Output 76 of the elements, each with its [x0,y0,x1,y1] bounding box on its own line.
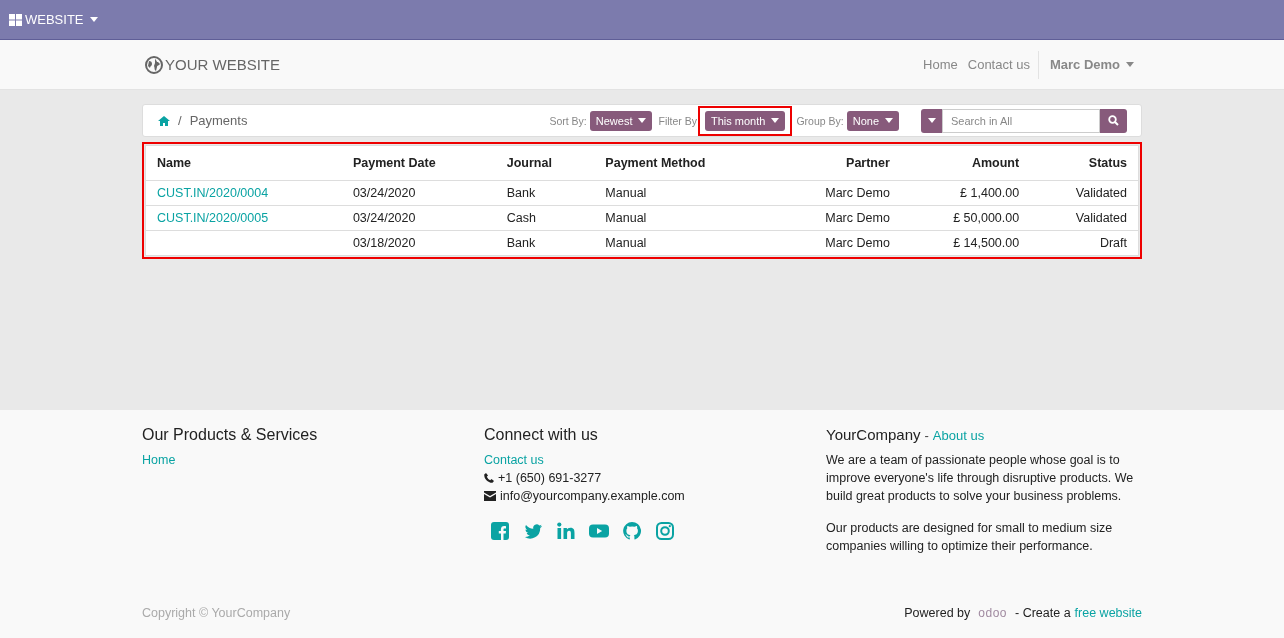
table-cell: Marc Demo [825,211,890,225]
free-website-link[interactable]: free website [1074,606,1142,620]
column-header[interactable]: Amount [900,145,1031,181]
dropdown-button[interactable]: Newest [589,110,653,131]
table-cell: Draft [1099,236,1127,250]
table-cell: 03/18/2020 [352,236,416,250]
table-cell: Bank [506,236,536,250]
create-text: - Create a [1015,606,1071,620]
nav-link[interactable]: Home [918,57,963,72]
company-name: YourCompany [826,426,921,443]
instagram-icon[interactable] [655,521,675,541]
site-logo[interactable]: YOUR WEBSITE [145,55,280,74]
about-link[interactable]: About us [932,428,985,443]
control-label: Sort By: [549,114,587,127]
about-paragraph: Our products are designed for small to medium size companies willing to optimize their performance. [826,520,1114,555]
table-cell: Validated [1075,186,1127,200]
caret-icon [1126,62,1134,67]
search-field[interactable]: Search in All [942,108,1100,133]
table-cell: £ 14,500.00 [953,236,1020,250]
table-cell: Cash [506,211,536,225]
caret-icon [638,118,647,123]
breadcrumb-separator: / [178,113,182,128]
search-options-button[interactable] [921,108,942,133]
table-cell: Marc Demo [825,186,890,200]
table-cell: £ 50,000.00 [953,211,1020,225]
copyright-text: Copyright © YourCompany [142,606,291,620]
phone-icon [484,473,494,483]
facebook-icon[interactable] [490,521,510,541]
app-menu-button[interactable]: WEBSITE [9,12,98,27]
table-cell: Manual [605,236,647,250]
contact-link[interactable]: Contact us [484,451,544,469]
nav-link[interactable]: Contact us [962,57,1035,72]
caret-icon [885,118,893,123]
linkedin-icon[interactable] [556,521,576,541]
search-button[interactable] [1100,108,1127,133]
github-icon[interactable] [622,521,642,541]
column-header[interactable]: Payment Date [341,145,496,181]
caret-icon [927,118,936,123]
payment-link[interactable]: CUST.IN/2020/0005 [157,211,269,225]
table-cell: £ 1,400.00 [960,186,1020,200]
table-cell: Marc Demo [825,236,890,250]
table-cell: Manual [605,211,647,225]
envelope-icon [484,491,496,501]
column-header[interactable]: Journal [495,145,595,181]
payment-link[interactable]: CUST.IN/2020/0004 [157,186,269,200]
about-paragraph: We are a team of passionate people whose goal is to improve everyone's life through disruptive products. We build great products to solve your business problems. [826,452,1135,505]
grid-icon [9,13,22,26]
caret-icon [89,17,98,22]
footer-heading: Our Products & Services [142,426,319,444]
odoo-logo: odoo [978,606,1007,620]
caret-icon [771,118,780,123]
control-label: Group By: [796,114,844,127]
column-header[interactable]: Payment Method [594,145,774,181]
footer-link[interactable]: Home [142,451,176,469]
table-cell: 03/24/2020 [352,186,416,200]
footer-heading: Connect with us [484,426,599,444]
twitter-icon[interactable] [523,521,543,541]
dropdown-button[interactable]: None [846,110,899,131]
table-cell: Bank [506,186,536,200]
user-menu[interactable]: Marc Demo [1041,57,1142,72]
control-label: Filter By [658,114,697,127]
table-cell: 03/24/2020 [352,211,416,225]
table-cell: Validated [1075,211,1127,225]
title-separator: - [924,428,929,443]
table-cell: Manual [605,186,647,200]
column-header[interactable]: Status [1030,145,1139,181]
column-header[interactable]: Name [145,145,342,181]
column-header[interactable]: Partner [773,145,901,181]
search-icon [1108,115,1119,126]
powered-by-text: Powered by [904,606,971,620]
phone-number: +1 (650) 691-3277 [498,470,602,487]
email-address: info@yourcompany.example.com [500,488,685,505]
globe-icon [145,55,163,74]
breadcrumb-current: Payments [189,113,248,128]
home-icon[interactable] [158,115,170,126]
dropdown-button[interactable]: This month [705,110,786,131]
